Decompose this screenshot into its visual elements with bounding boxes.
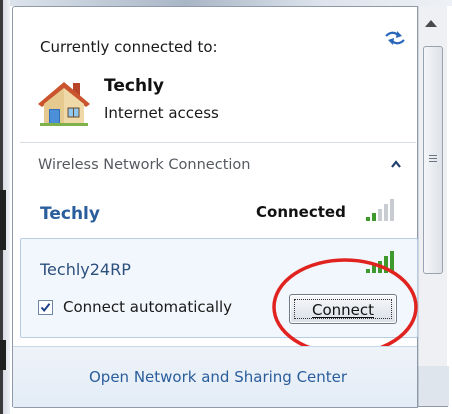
connect-automatically-label[interactable]: Connect automatically	[63, 298, 232, 316]
connected-status: Connected	[256, 203, 346, 221]
vertical-scrollbar[interactable]	[418, 6, 447, 366]
background-window-edge	[0, 0, 10, 414]
connect-button-label: Connect	[311, 301, 375, 319]
connected-header: Currently connected to:	[40, 38, 218, 56]
background-shadow	[0, 340, 6, 370]
section-title[interactable]: Wireless Network Connection	[38, 157, 250, 173]
chevron-up-icon[interactable]	[390, 159, 402, 169]
network-name-techly24rp[interactable]: Techly24RP	[40, 260, 131, 279]
current-network-status: Internet access	[104, 104, 219, 122]
network-item-techly[interactable]: Techly	[40, 204, 100, 224]
checkmark-icon	[40, 303, 51, 313]
signal-bars-icon	[366, 251, 394, 273]
connect-button[interactable]: Connect	[289, 294, 397, 324]
scroll-track-lower	[418, 366, 449, 406]
open-network-sharing-center-link[interactable]: Open Network and Sharing Center	[89, 368, 347, 386]
section-divider	[20, 142, 416, 143]
grip-line	[429, 155, 437, 156]
grip-line	[429, 161, 437, 162]
signal-bars-icon	[366, 199, 394, 221]
current-network-name: Techly	[104, 76, 164, 96]
scroll-up-arrow-icon[interactable]	[425, 20, 437, 27]
house-icon	[38, 82, 90, 126]
grip-line	[429, 158, 437, 159]
background-shadow	[0, 190, 6, 250]
refresh-arrows-icon[interactable]	[384, 30, 406, 46]
connect-automatically-checkbox[interactable]	[38, 300, 53, 315]
scroll-thumb[interactable]	[423, 46, 443, 274]
